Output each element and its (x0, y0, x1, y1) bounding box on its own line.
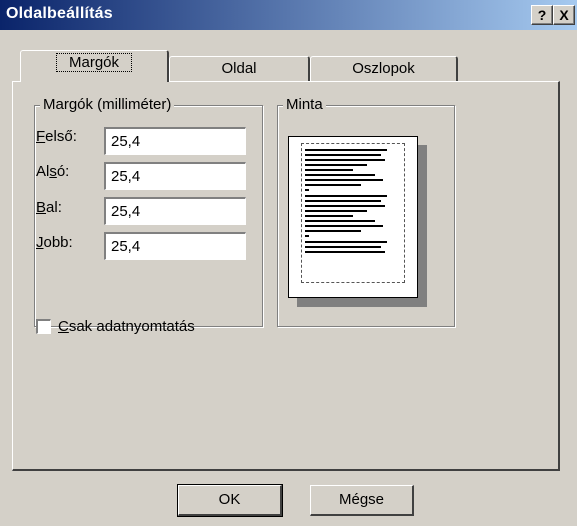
close-button[interactable]: X (553, 5, 575, 25)
bottom-margin-label: Alsó: (36, 163, 70, 180)
cancel-button[interactable]: Mégse (310, 485, 414, 516)
tab-columns[interactable]: Oszlopok (310, 56, 458, 82)
margins-group-title: Margók (milliméter) (40, 96, 175, 113)
help-button[interactable]: ? (531, 5, 553, 25)
data-only-checkbox[interactable] (36, 319, 51, 334)
preview-group-title: Minta (283, 96, 326, 113)
preview-page (288, 136, 418, 298)
preview-text-lines (305, 149, 387, 253)
tab-page[interactable]: Oldal (169, 56, 310, 82)
tab-panel: Margók (milliméter) Minta (12, 81, 560, 471)
top-margin-label: Felső: (36, 128, 77, 145)
data-only-label[interactable]: Csak adatnyomtatás (58, 318, 195, 335)
window-title: Oldalbeállítás (6, 5, 113, 22)
left-margin-label: Bal: (36, 199, 62, 216)
right-margin-input[interactable]: 25,4 (104, 232, 246, 260)
right-margin-label: Jobb: (36, 234, 73, 251)
top-margin-input[interactable]: 25,4 (104, 127, 246, 155)
title-bar: Oldalbeállítás ? X (0, 0, 577, 30)
left-margin-input[interactable]: 25,4 (104, 197, 246, 225)
preview-margin-guide (301, 143, 405, 283)
tab-margins[interactable]: Margók (20, 50, 169, 82)
tab-margins-label: Margók (55, 53, 133, 72)
bottom-margin-input[interactable]: 25,4 (104, 162, 246, 190)
ok-button[interactable]: OK (177, 484, 283, 517)
page-setup-dialog: Oldalbeállítás ? X Margók Oldal Oszlopok… (0, 0, 577, 526)
